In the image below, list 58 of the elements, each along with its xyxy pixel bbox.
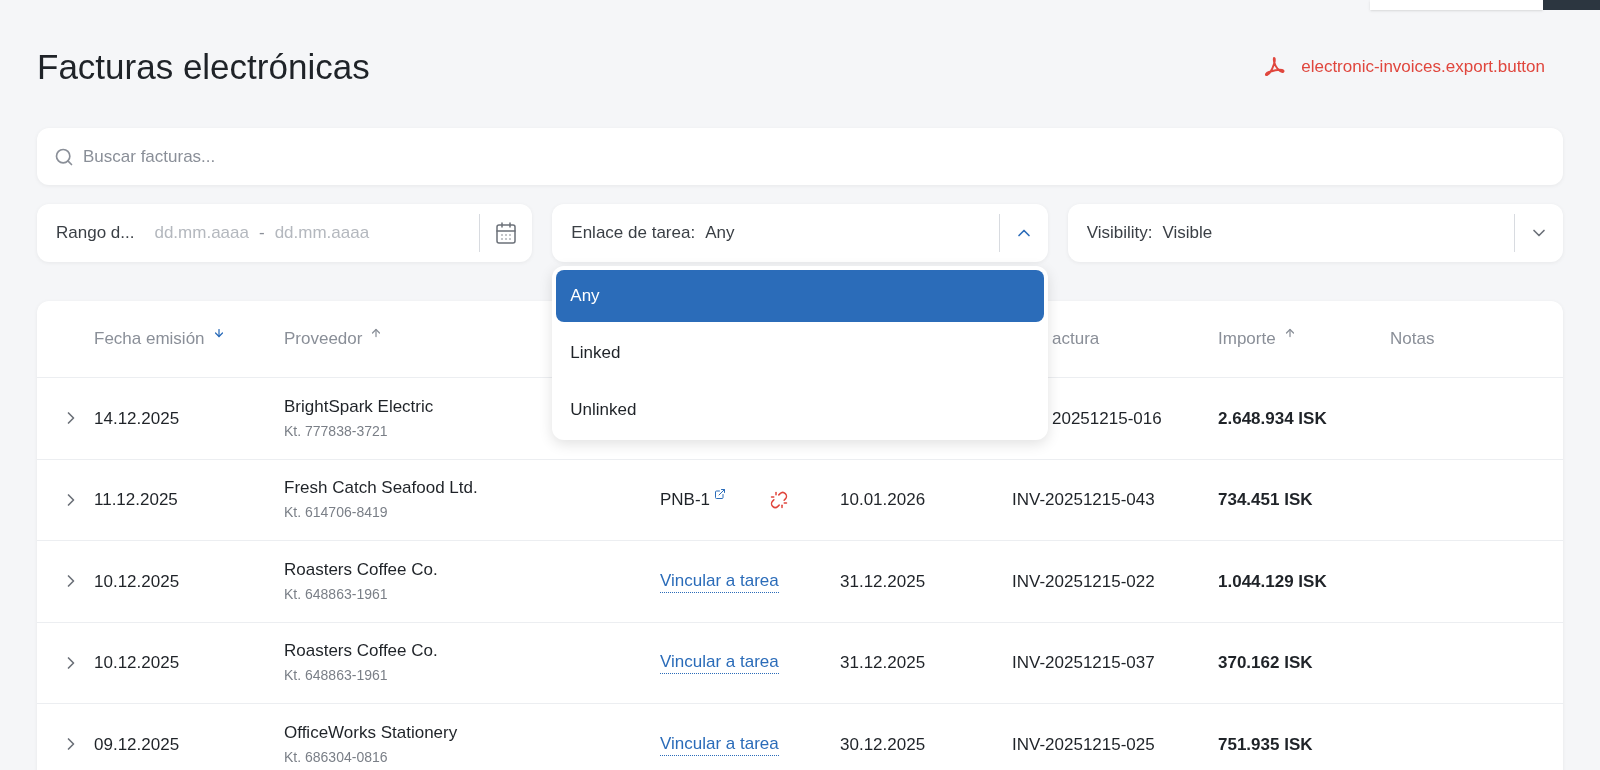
search-field[interactable]: Buscar facturas... xyxy=(83,143,1546,170)
filter-label: Enlace de tarea: xyxy=(571,222,696,245)
supplier-name: OfficeWorks Stationery xyxy=(284,721,458,744)
dropdown-option[interactable]: Linked xyxy=(556,327,1044,379)
supplier-id: Kt. 648863-1961 xyxy=(284,584,388,604)
filter-label: Visibility: xyxy=(1086,222,1153,245)
issue-date: 14.12.2025 xyxy=(94,407,180,430)
supplier-name: Roasters Coffee Co. xyxy=(284,640,438,663)
due-date: 31.12.2025 xyxy=(840,652,926,674)
column-header[interactable]: actura xyxy=(1052,326,1100,352)
invoice-number: 20251215-016 xyxy=(1052,407,1162,430)
supplier-id: Kt. 648863-1961 xyxy=(284,666,388,686)
supplier-name: Fresh Catch Seafood Ltd. xyxy=(284,477,478,500)
supplier-name: BrightSpark Electric xyxy=(284,395,434,418)
link-task-link[interactable]: Vincular a tarea xyxy=(660,651,779,675)
link-task-link[interactable]: Vincular a tarea xyxy=(660,569,779,593)
due-date: 31.12.2025 xyxy=(840,570,926,593)
issue-date: 09.12.2025 xyxy=(94,733,180,756)
invoice-number: INV-20251215-022 xyxy=(1012,570,1155,593)
link-task-link[interactable]: Vincular a tarea xyxy=(660,732,779,756)
invoice-number: INV-20251215-037 xyxy=(1012,652,1155,674)
calendar-icon[interactable] xyxy=(494,221,519,245)
filter-select[interactable]: Enlace de tarea: Any xyxy=(552,204,1048,262)
column-header[interactable]: Proveedor xyxy=(284,326,363,352)
due-date: 30.12.2025 xyxy=(840,733,926,756)
date-range-field[interactable]: Rango d... dd.mm.aaaa - dd.mm.aaaa xyxy=(37,204,533,262)
amount: 734.451 ISK xyxy=(1218,489,1313,511)
unlink-icon[interactable] xyxy=(770,490,789,509)
task-key: PNB-1 xyxy=(660,487,711,513)
invoice-number: INV-20251215-025 xyxy=(1012,733,1155,756)
external-link-icon[interactable] xyxy=(714,487,727,500)
issue-date: 11.12.2025 xyxy=(94,489,178,511)
amount: 1.044.129 ISK xyxy=(1218,570,1327,593)
supplier-name: Roasters Coffee Co. xyxy=(284,558,438,581)
column-header[interactable]: Notas xyxy=(1390,326,1435,352)
date-range-label: Rango d... xyxy=(56,222,135,245)
filter-value: Any xyxy=(705,222,735,245)
filter-select[interactable]: Visibility: Visible xyxy=(1067,204,1563,262)
filter-value: Visible xyxy=(1162,222,1213,245)
column-header[interactable]: Importe xyxy=(1218,326,1276,352)
due-date: 10.01.2026 xyxy=(840,489,926,511)
page-title: Facturas electrónicas xyxy=(37,46,370,88)
search-bar[interactable]: Buscar facturas... xyxy=(37,128,1563,185)
amount: 2.648.934 ISK xyxy=(1218,407,1327,430)
date-separator: - xyxy=(258,222,265,245)
export-button[interactable]: electronic-invoices.export.button xyxy=(1263,54,1545,80)
amount: 370.162 ISK xyxy=(1218,652,1313,674)
invoice-number: INV-20251215-043 xyxy=(1012,489,1155,511)
dropdown-option[interactable]: Any xyxy=(556,270,1044,322)
column-header[interactable]: Fecha emisión xyxy=(94,326,205,352)
issue-date: 10.12.2025 xyxy=(94,652,180,674)
supplier-id: Kt. 686304-0816 xyxy=(284,747,388,767)
search-icon xyxy=(54,146,74,167)
amount: 751.935 ISK xyxy=(1218,733,1313,756)
issue-date: 10.12.2025 xyxy=(94,570,180,593)
dropdown-option[interactable]: Unlinked xyxy=(556,384,1044,436)
supplier-id: Kt. 614706-8419 xyxy=(284,503,388,523)
supplier-id: Kt. 777838-3721 xyxy=(284,421,388,441)
